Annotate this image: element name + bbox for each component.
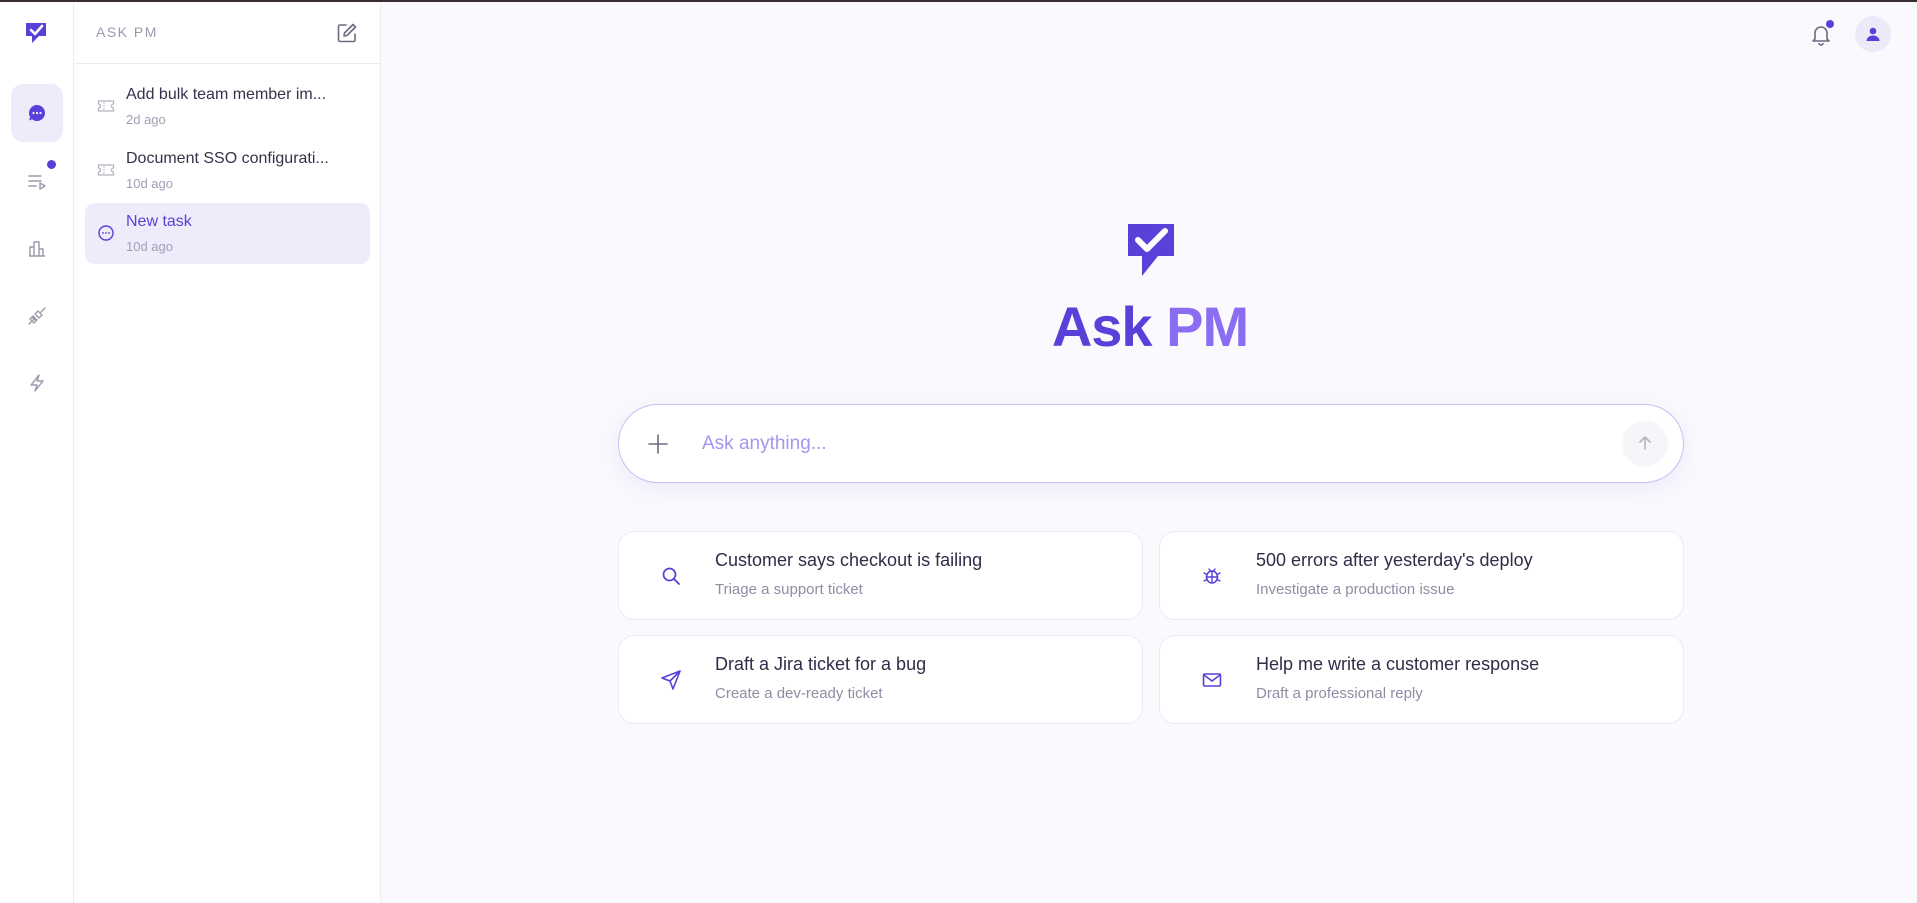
title-part-ask: Ask (1051, 295, 1153, 358)
suggestion-card[interactable]: 500 errors after yesterday's deploy Inve… (1159, 531, 1684, 620)
user-icon (1866, 27, 1880, 41)
suggestion-subtitle: Create a dev-ready ticket (715, 685, 883, 702)
suggestion-title: Help me write a customer response (1256, 654, 1540, 674)
chat-icon (98, 225, 114, 241)
conversation-title: Document SSO configurati... (126, 150, 329, 167)
conversation-item-active[interactable]: New task 10d ago (85, 203, 370, 264)
search-icon (662, 567, 680, 585)
ticket-icon (97, 100, 115, 112)
rail-integrations-button[interactable] (11, 287, 63, 345)
app-logo-icon[interactable] (23, 20, 49, 46)
conversation-sidebar: ASK PM Add bulk team member im... 2d ago… (74, 2, 381, 903)
ticket-icon (97, 164, 115, 176)
arrow-up-icon (1639, 436, 1651, 450)
chat-icon (29, 105, 45, 121)
ask-input[interactable] (702, 425, 1582, 463)
rail-chat-button[interactable] (11, 84, 63, 142)
title-part-pm: PM (1166, 295, 1249, 358)
send-button[interactable] (1623, 421, 1667, 465)
send-icon (661, 670, 681, 690)
conversation-date: 10d ago (126, 176, 173, 191)
rail-analytics-button[interactable] (11, 219, 63, 277)
suggestion-subtitle: Triage a support ticket (715, 581, 863, 598)
plus-icon[interactable] (646, 432, 670, 456)
conversation-item[interactable]: Add bulk team member im... 2d ago (85, 76, 370, 137)
new-chat-icon[interactable] (336, 22, 358, 44)
suggestion-subtitle: Draft a professional reply (1256, 685, 1423, 702)
suggestion-card[interactable]: Help me write a customer response Draft … (1159, 635, 1684, 724)
app-logo-icon (1128, 224, 1174, 276)
avatar[interactable] (1855, 16, 1891, 52)
bar-chart-icon (29, 241, 45, 257)
ask-box (618, 404, 1684, 483)
lightning-icon (30, 374, 44, 392)
plug-icon (28, 307, 46, 325)
suggestion-title: Draft a Jira ticket for a bug (715, 654, 927, 674)
nav-rail (0, 2, 74, 903)
bug-icon (1203, 568, 1221, 584)
conversation-title: New task (126, 213, 192, 230)
mail-icon (1202, 673, 1222, 687)
conversation-title: Add bulk team member im... (126, 86, 327, 103)
conversation-date: 10d ago (126, 239, 173, 254)
suggestion-title: 500 errors after yesterday's deploy (1256, 550, 1533, 570)
notification-dot (47, 160, 56, 169)
sidebar-header: ASK PM (74, 2, 380, 64)
suggestion-title: Customer says checkout is failing (715, 550, 983, 570)
suggestion-subtitle: Investigate a production issue (1256, 581, 1455, 598)
page-title: Ask PM (900, 294, 1400, 359)
suggestion-card[interactable]: Customer says checkout is failing Triage… (618, 531, 1143, 620)
suggestion-card[interactable]: Draft a Jira ticket for a bug Create a d… (618, 635, 1143, 724)
rail-tasks-button[interactable] (11, 152, 63, 210)
conversation-item[interactable]: Document SSO configurati... 10d ago (85, 140, 370, 201)
task-queue-icon (28, 175, 46, 190)
sidebar-title: ASK PM (96, 24, 158, 40)
rail-automations-button[interactable] (11, 354, 63, 412)
notification-badge (1826, 20, 1834, 28)
conversation-date: 2d ago (126, 112, 166, 127)
